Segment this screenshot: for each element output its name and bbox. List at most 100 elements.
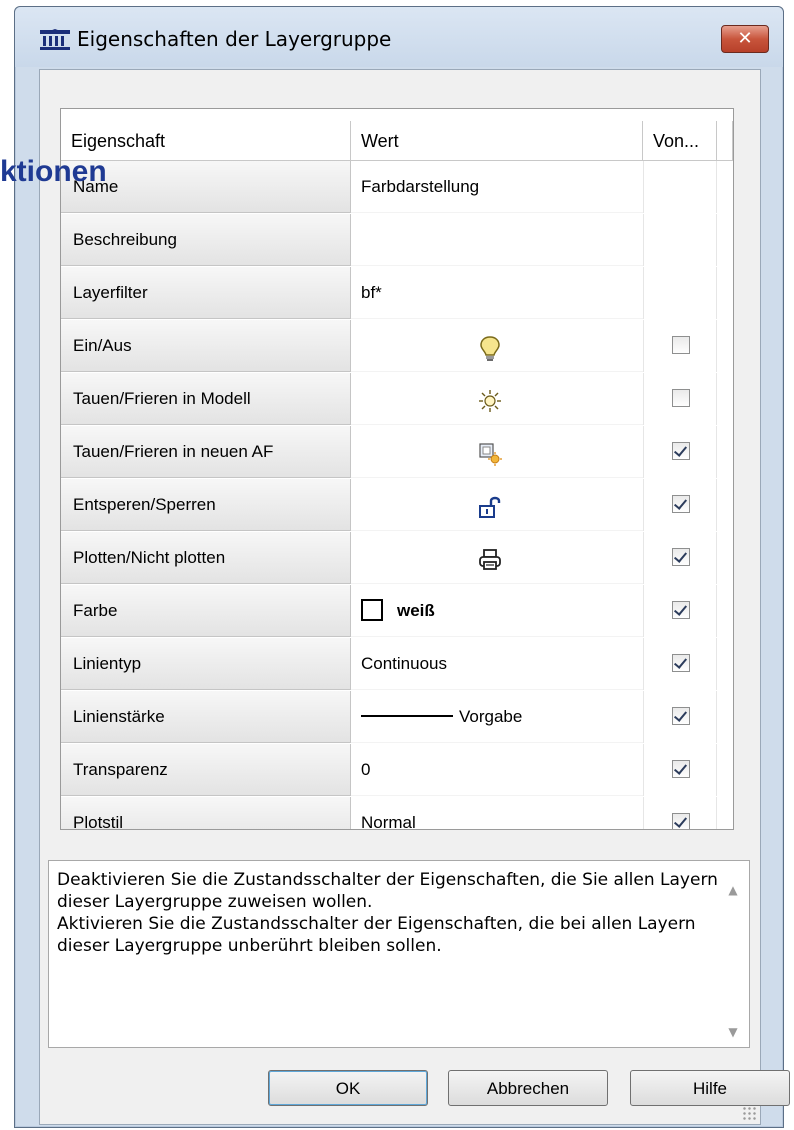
description-box: Deaktivieren Sie die Zustandsschalter de…	[48, 860, 750, 1048]
property-name-cell: Plotstil	[61, 797, 351, 829]
property-name-cell: Transparenz	[61, 744, 351, 796]
override-checkbox[interactable]	[672, 336, 690, 354]
override-checkbox[interactable]	[672, 654, 690, 672]
lineweight-value-text: Vorgabe	[459, 707, 523, 726]
override-cell	[643, 638, 717, 690]
table-row[interactable]: Linienstärke Vorgabe	[61, 691, 733, 744]
property-name-cell: Name	[61, 161, 351, 213]
dialog-content: Eigenschaft Wert Von... Name Farbdarstell…	[39, 69, 790, 1125]
table-row[interactable]: Linientyp Continuous	[61, 638, 733, 691]
color-value-text: weiß	[397, 601, 435, 620]
property-name-cell: Entsperen/Sperren	[61, 479, 351, 531]
sun-icon[interactable]	[477, 385, 503, 413]
override-cell	[643, 267, 717, 319]
property-value-cell[interactable]	[351, 373, 643, 425]
property-name-cell: Linientyp	[61, 638, 351, 690]
lineweight-sample-line	[361, 715, 453, 718]
ok-button[interactable]: OK	[268, 1070, 428, 1106]
property-value-cell[interactable]: weiß	[351, 585, 643, 637]
property-value-text: Continuous	[361, 654, 448, 673]
property-value-cell[interactable]	[351, 426, 643, 478]
override-checkbox[interactable]	[672, 495, 690, 513]
property-name-cell: Tauen/Frieren in neuen AF	[61, 426, 351, 478]
building-columns-icon	[40, 29, 70, 50]
property-value-cell[interactable]: 0	[351, 744, 643, 796]
table-row[interactable]: Farbe weiß	[61, 585, 733, 638]
column-header-eigenschaft[interactable]: Eigenschaft	[61, 121, 351, 161]
table-row[interactable]: Layerfilter bf*	[61, 267, 733, 320]
property-name-cell: Tauen/Frieren in Modell	[61, 373, 351, 425]
override-checkbox[interactable]	[672, 707, 690, 725]
column-header-wert[interactable]: Wert	[351, 121, 643, 161]
override-checkbox[interactable]	[672, 601, 690, 619]
column-header-filler	[717, 121, 733, 161]
table-row[interactable]: Entsperen/Sperren	[61, 479, 733, 532]
title-bar[interactable]: Eigenschaften der Layergruppe ✕	[15, 7, 783, 67]
override-checkbox[interactable]	[672, 760, 690, 778]
override-checkbox[interactable]	[672, 813, 690, 829]
table-row[interactable]: Tauen/Frieren in neuen AF	[61, 426, 733, 479]
unlocked-padlock-icon[interactable]	[477, 491, 503, 519]
cancel-button[interactable]: Abbrechen	[448, 1070, 608, 1106]
property-value-cell[interactable]	[351, 320, 643, 372]
property-value-text: 0	[361, 760, 371, 779]
table-row[interactable]: Ein/Aus	[61, 320, 733, 373]
property-value-cell[interactable]: Vorgabe	[351, 691, 643, 743]
table-row[interactable]: Plotten/Nicht plotten	[61, 532, 733, 585]
table-row[interactable]: Beschreibung	[61, 214, 733, 267]
override-cell	[643, 214, 717, 266]
property-value-text: Normal	[361, 813, 416, 830]
override-checkbox[interactable]	[672, 389, 690, 407]
property-name-cell: Farbe	[61, 585, 351, 637]
property-name-cell: Beschreibung	[61, 214, 351, 266]
override-cell	[643, 426, 717, 478]
override-cell	[643, 585, 717, 637]
property-value-cell[interactable]: Farbdarstellung	[351, 161, 643, 213]
printer-icon[interactable]	[477, 544, 503, 572]
override-cell	[643, 479, 717, 531]
override-cell	[643, 532, 717, 584]
table-row[interactable]: Tauen/Frieren in Modell	[61, 373, 733, 426]
override-cell	[643, 373, 717, 425]
column-header-von[interactable]: Von...	[643, 121, 717, 161]
description-line: Deaktivieren Sie die Zustandsschalter de…	[57, 870, 718, 890]
override-cell	[643, 161, 717, 213]
property-value-cell[interactable]: Continuous	[351, 638, 643, 690]
color-swatch	[361, 599, 383, 622]
close-button[interactable]: ✕	[721, 25, 769, 53]
table-row[interactable]: Transparenz 0	[61, 744, 733, 797]
help-button[interactable]: Hilfe	[630, 1070, 790, 1106]
scroll-down-arrow-icon[interactable]: ▼	[725, 1021, 741, 1039]
table-row[interactable]: Name Farbdarstellung	[61, 161, 733, 214]
dialog-title: Eigenschaften der Layergruppe	[77, 27, 392, 51]
scroll-up-arrow-icon[interactable]: ▲	[725, 879, 741, 897]
property-value-cell[interactable]	[351, 214, 643, 266]
property-value-text: bf*	[361, 283, 382, 302]
property-name-cell: Layerfilter	[61, 267, 351, 319]
property-name-cell: Linienstärke	[61, 691, 351, 743]
description-line: Aktivieren Sie die Zustandsschalter der …	[57, 914, 696, 934]
grid-header: Eigenschaft Wert Von...	[61, 121, 733, 161]
property-value-text: Farbdarstellung	[361, 177, 480, 196]
table-row[interactable]: Plotstil Normal	[61, 797, 733, 830]
override-cell	[643, 797, 717, 829]
override-cell	[643, 320, 717, 372]
viewport-sun-icon[interactable]	[477, 438, 503, 466]
property-value-cell[interactable]: bf*	[351, 267, 643, 319]
override-checkbox[interactable]	[672, 442, 690, 460]
close-icon: ✕	[737, 28, 753, 49]
property-value-cell[interactable]: Normal	[351, 797, 643, 830]
description-line: dieser Layergruppe zuweisen wollen.	[57, 892, 373, 912]
override-cell	[643, 744, 717, 796]
property-name-cell: Ein/Aus	[61, 320, 351, 372]
property-value-cell[interactable]	[351, 479, 643, 531]
layer-group-properties-dialog: Eigenschaften der Layergruppe ✕ Eigensch…	[14, 6, 790, 1128]
resize-grip[interactable]	[742, 1106, 756, 1120]
properties-grid: Eigenschaft Wert Von... Name Farbdarstell…	[60, 108, 734, 830]
override-checkbox[interactable]	[672, 548, 690, 566]
override-cell	[643, 691, 717, 743]
lightbulb-icon[interactable]	[477, 332, 503, 361]
description-line: dieser Layergruppe unberührt bleiben sol…	[57, 936, 442, 956]
property-value-cell[interactable]	[351, 532, 643, 584]
property-name-cell: Plotten/Nicht plotten	[61, 532, 351, 584]
